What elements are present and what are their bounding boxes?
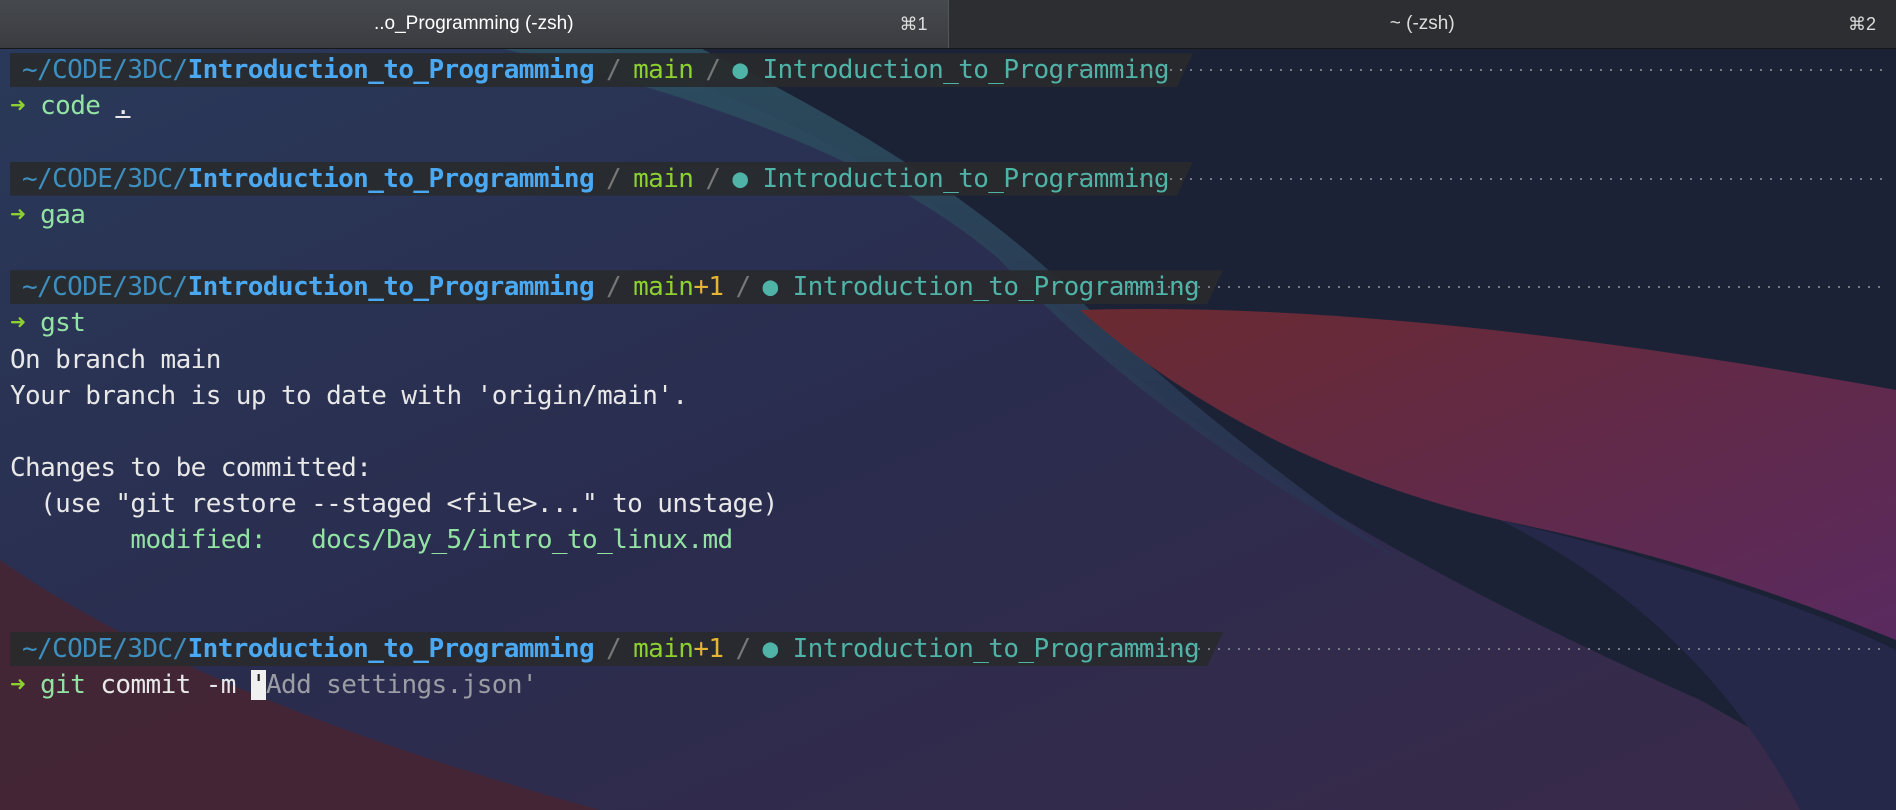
output-line: Your branch is up to date with 'origin/m… (10, 380, 688, 411)
git-status: +1 (693, 272, 724, 303)
prompt-line: ~/CODE/3DC/Introduction_to_Programming / m… (10, 269, 1896, 305)
separator: / (705, 55, 721, 85)
separator: / (606, 163, 622, 194)
git-branch: main (633, 634, 694, 664)
path-dir: Introduction_to_Programming (187, 634, 595, 664)
command-line: ➜ gaa (10, 197, 1896, 233)
git-branch: main (633, 272, 694, 303)
path-dim: ~/CODE/3DC/ (22, 272, 188, 303)
tab-shortcut: ⌘2 (1847, 13, 1876, 34)
command-line: ➜ gst (10, 305, 1896, 341)
python-icon: ● (732, 163, 763, 194)
git-status: +1 (693, 634, 724, 664)
text-cursor: ' (250, 670, 267, 701)
command: gst (40, 308, 86, 339)
separator: / (705, 163, 721, 194)
tab-title: ~ (-zsh) (1389, 13, 1455, 34)
prompt-segment: ~/CODE/3DC/Introduction_to_Programming / m… (10, 53, 1193, 87)
command-arg: commit -m (100, 670, 251, 701)
git-branch: main (633, 55, 694, 85)
prompt-segment: ~/CODE/3DC/Introduction_to_Programming / m… (10, 270, 1223, 304)
separator: / (606, 272, 622, 303)
prompt-arrow-icon: ➜ (10, 91, 26, 122)
prompt-line: ~/CODE/3DC/Introduction_to_Programming / m… (10, 161, 1896, 197)
command-arg: . (115, 91, 131, 122)
command: git (40, 670, 86, 701)
tab-1[interactable]: ..o_Programming (-zsh) ⌘1 (0, 0, 948, 48)
git-branch: main (633, 163, 694, 194)
prompt-segment: ~/CODE/3DC/Introduction_to_Programming / m… (10, 632, 1223, 666)
tab-2[interactable]: ~ (-zsh) ⌘2 (947, 0, 1896, 48)
python-icon: ● (732, 55, 763, 85)
terminal-output[interactable]: ~/CODE/3DC/Introduction_to_Programming / m… (10, 52, 1896, 703)
path-dir: Introduction_to_Programming (187, 163, 595, 194)
separator: / (606, 634, 622, 664)
autosuggestion: Add settings.json' (265, 670, 538, 701)
path-dim: ~/CODE/3DC/ (22, 634, 188, 664)
command: code (40, 91, 101, 122)
python-icon: ● (762, 634, 793, 664)
prompt-arrow-icon: ➜ (10, 670, 26, 701)
dotted-filler (1114, 648, 1886, 650)
output-line: On branch main (10, 344, 221, 375)
path-dim: ~/CODE/3DC/ (22, 55, 188, 85)
path-dim: ~/CODE/3DC/ (22, 163, 188, 194)
command-line: ➜ code . (10, 88, 1896, 124)
prompt-segment: ~/CODE/3DC/Introduction_to_Programming / m… (10, 162, 1193, 196)
command-line[interactable]: ➜ git commit -m 'Add settings.json' (10, 667, 1896, 703)
separator: / (606, 55, 622, 85)
prompt-line: ~/CODE/3DC/Introduction_to_Programming / m… (10, 52, 1896, 88)
separator: / (735, 634, 751, 664)
command: gaa (40, 199, 86, 230)
dotted-filler (1114, 286, 1886, 289)
modified-label: modified: (10, 525, 312, 556)
separator: / (735, 272, 751, 303)
prompt-arrow-icon: ➜ (10, 199, 26, 230)
modified-file: docs/Day_5/intro_to_linux.md (311, 525, 733, 556)
dotted-filler (1066, 69, 1886, 71)
output-line: (use "git restore --staged <file>..." to… (10, 489, 778, 520)
prompt-arrow-icon: ➜ (10, 308, 26, 339)
dotted-filler (1066, 177, 1886, 180)
path-dir: Introduction_to_Programming (187, 272, 595, 303)
tab-title: ..o_Programming (-zsh) (373, 13, 574, 34)
output-line-modified: modified: docs/Day_5/intro_to_linux.md (10, 522, 1896, 558)
tab-bar: ..o_Programming (-zsh) ⌘1 ~ (-zsh) ⌘2 (0, 0, 1896, 49)
output-line: Changes to be committed: (10, 453, 372, 484)
python-icon: ● (762, 272, 793, 303)
path-dir: Introduction_to_Programming (187, 55, 595, 85)
tab-shortcut: ⌘1 (899, 13, 928, 34)
prompt-line: ~/CODE/3DC/Introduction_to_Programming / m… (10, 631, 1896, 667)
